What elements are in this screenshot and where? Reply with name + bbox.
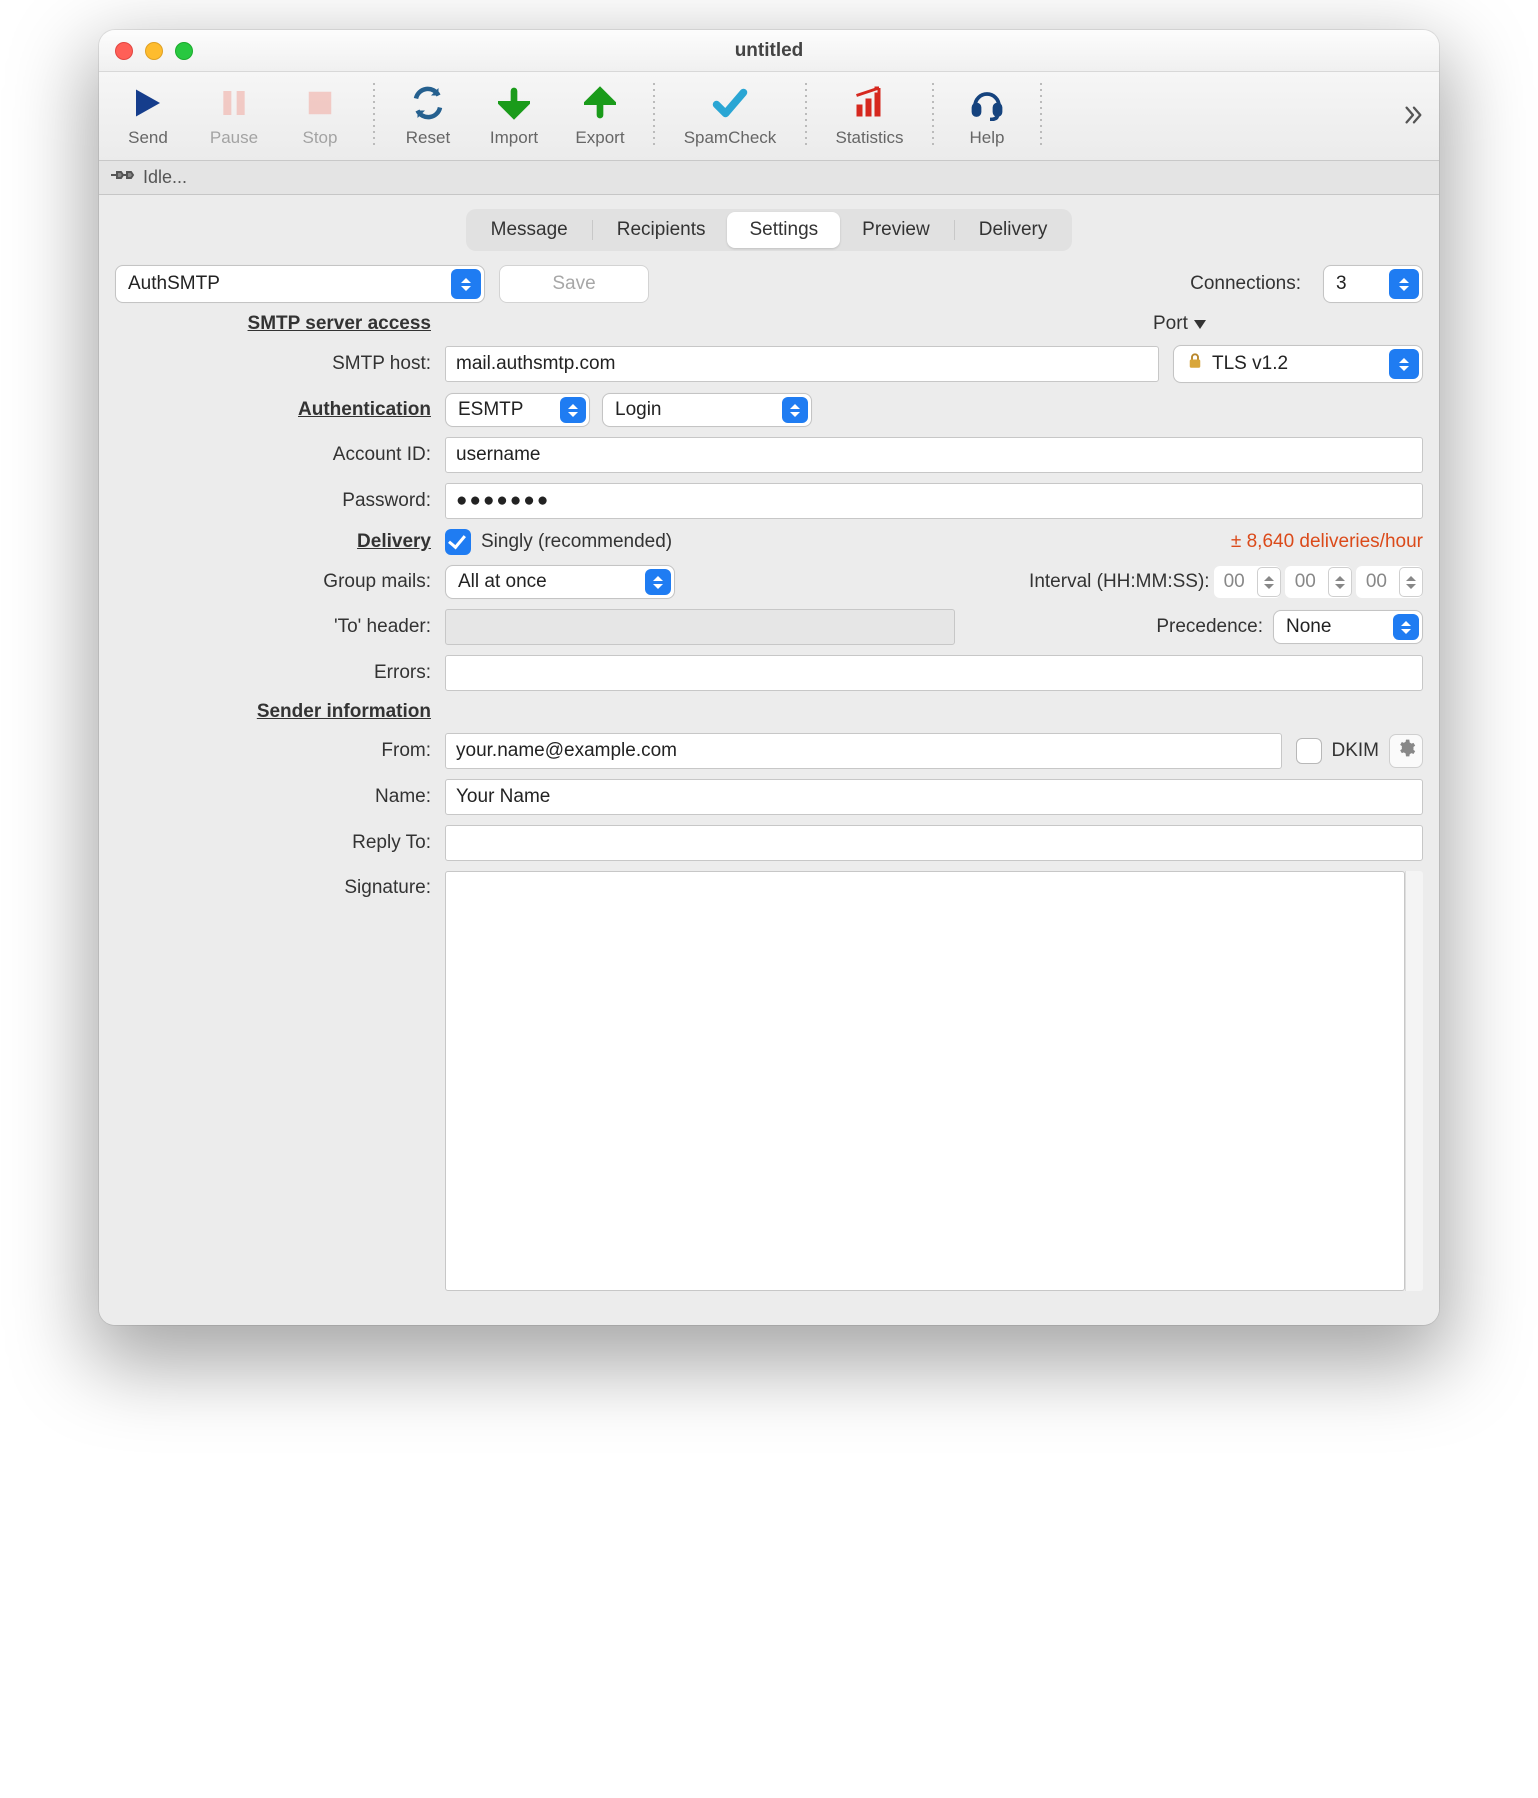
account-id-label: Account ID:: [115, 444, 445, 466]
chevron-updown-icon: [451, 269, 481, 299]
chevron-updown-icon: [1393, 614, 1419, 640]
chevron-updown-icon: [560, 397, 586, 423]
stepper-icon: [1399, 567, 1423, 597]
headset-icon: [969, 82, 1005, 124]
gear-icon: [1396, 738, 1416, 764]
errors-label: Errors:: [115, 662, 445, 684]
triangle-down-icon: [1194, 320, 1206, 329]
toolbar: Send Pause Stop: [99, 72, 1439, 161]
tab-bar: Message Recipients Settings Preview Deli…: [115, 209, 1423, 251]
tab-message[interactable]: Message: [469, 212, 590, 248]
interval-label: Interval (HH:MM:SS):: [1029, 571, 1210, 593]
group-mails-label: Group mails:: [115, 571, 445, 593]
chevron-updown-icon: [1389, 269, 1419, 299]
lock-icon: [1186, 351, 1204, 377]
smtp-host-input[interactable]: mail.authsmtp.com: [445, 346, 1159, 382]
reply-to-input[interactable]: [445, 825, 1423, 861]
from-input[interactable]: your.name@example.com: [445, 733, 1282, 769]
spamcheck-button[interactable]: SpamCheck: [665, 76, 795, 154]
check-icon: [708, 82, 752, 124]
dkim-checkbox[interactable]: [1296, 738, 1322, 764]
export-icon: [584, 82, 616, 124]
app-window: untitled Send Pause Stop: [99, 30, 1439, 1325]
dkim-label: DKIM: [1332, 740, 1380, 762]
reset-icon: [410, 82, 446, 124]
interval-hh-stepper[interactable]: 00: [1214, 566, 1281, 598]
errors-input[interactable]: [445, 655, 1423, 691]
toolbar-separator: [373, 83, 375, 147]
export-button[interactable]: Export: [557, 76, 643, 154]
to-header-label: 'To' header:: [115, 616, 445, 638]
interval-mm-stepper[interactable]: 00: [1285, 566, 1352, 598]
connections-select[interactable]: 3: [1323, 265, 1423, 303]
password-input[interactable]: ●●●●●●●: [445, 483, 1423, 519]
signature-input[interactable]: [445, 871, 1405, 1291]
toolbar-separator: [653, 83, 655, 147]
precedence-select[interactable]: None: [1273, 610, 1423, 644]
tls-select[interactable]: TLS v1.2: [1173, 345, 1423, 383]
toolbar-separator: [932, 83, 934, 147]
pause-icon: [218, 82, 250, 124]
play-icon: [130, 82, 166, 124]
stop-icon: [305, 82, 335, 124]
group-mails-select[interactable]: All at once: [445, 565, 675, 599]
status-bar: Idle...: [99, 161, 1439, 195]
auth-method-select[interactable]: Login: [602, 393, 812, 427]
auth-protocol-select[interactable]: ESMTP: [445, 393, 590, 427]
chevron-updown-icon: [645, 569, 671, 595]
dkim-settings-button[interactable]: [1389, 734, 1423, 768]
signature-label: Signature:: [115, 871, 445, 899]
statistics-icon: [852, 82, 888, 124]
scrollbar[interactable]: [1405, 871, 1423, 1291]
password-label: Password:: [115, 490, 445, 512]
smtp-host-label: SMTP host:: [115, 353, 445, 375]
name-input[interactable]: Your Name: [445, 779, 1423, 815]
connection-icon: [109, 166, 135, 189]
interval-ss-stepper[interactable]: 00: [1356, 566, 1423, 598]
main-content: Message Recipients Settings Preview Deli…: [99, 195, 1439, 1325]
window-title: untitled: [99, 40, 1439, 62]
pause-button[interactable]: Pause: [191, 76, 277, 154]
smtp-server-access-header: SMTP server access: [115, 313, 445, 335]
stepper-icon: [1328, 567, 1352, 597]
statistics-button[interactable]: Statistics: [817, 76, 922, 154]
tab-settings[interactable]: Settings: [727, 212, 840, 248]
save-button[interactable]: Save: [499, 265, 649, 303]
profile-select[interactable]: AuthSMTP: [115, 265, 485, 303]
from-label: From:: [115, 740, 445, 762]
import-button[interactable]: Import: [471, 76, 557, 154]
profile-select-value: AuthSMTP: [128, 273, 220, 295]
sender-information-header: Sender information: [115, 701, 445, 723]
delivery-header: Delivery: [115, 531, 445, 553]
authentication-header: Authentication: [115, 399, 445, 421]
reply-to-label: Reply To:: [115, 832, 445, 854]
port-header[interactable]: Port: [1153, 313, 1206, 335]
singly-label: Singly (recommended): [481, 531, 672, 553]
singly-checkbox[interactable]: [445, 529, 471, 555]
toolbar-overflow-button[interactable]: [1393, 85, 1433, 145]
tab-delivery[interactable]: Delivery: [957, 212, 1070, 248]
send-button[interactable]: Send: [105, 76, 191, 154]
connections-label: Connections:: [1190, 273, 1301, 295]
status-text: Idle...: [143, 167, 187, 188]
reset-button[interactable]: Reset: [385, 76, 471, 154]
import-icon: [498, 82, 530, 124]
toolbar-separator: [805, 83, 807, 147]
account-id-input[interactable]: username: [445, 437, 1423, 473]
delivery-rate-text: ± 8,640 deliveries/hour: [1231, 531, 1423, 553]
name-label: Name:: [115, 786, 445, 808]
stop-button[interactable]: Stop: [277, 76, 363, 154]
stepper-icon: [1257, 567, 1281, 597]
tab-recipients[interactable]: Recipients: [595, 212, 728, 248]
to-header-input: [445, 609, 955, 645]
chevron-updown-icon: [1389, 349, 1419, 379]
help-button[interactable]: Help: [944, 76, 1030, 154]
titlebar: untitled: [99, 30, 1439, 72]
precedence-label: Precedence:: [1156, 616, 1263, 638]
tab-preview[interactable]: Preview: [840, 212, 952, 248]
chevron-updown-icon: [782, 397, 808, 423]
toolbar-separator: [1040, 83, 1042, 147]
